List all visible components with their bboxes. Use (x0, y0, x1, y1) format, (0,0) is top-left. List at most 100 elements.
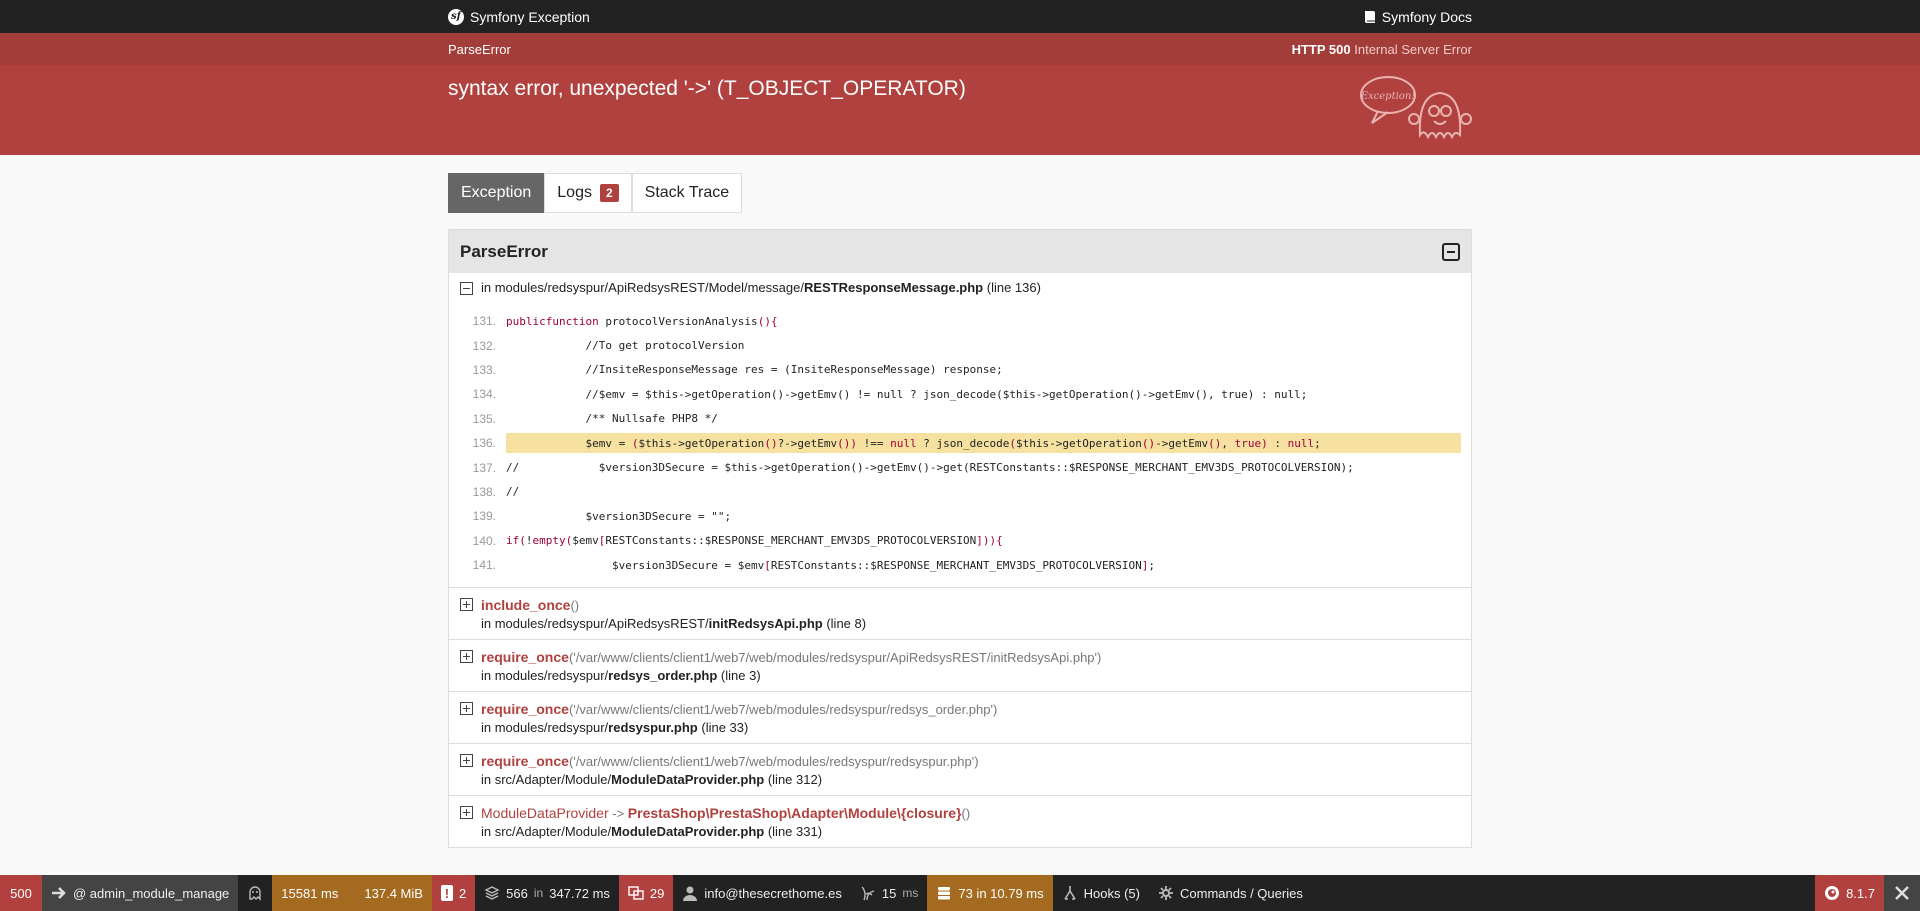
trace-item[interactable]: ModuleDataProvider -> PrestaShop\PrestaS… (449, 795, 1471, 847)
collapse-trace-icon[interactable] (460, 282, 473, 295)
hooks-icon (1063, 886, 1076, 900)
trace-args: ('/var/www/clients/client1/web7/web/modu… (568, 754, 979, 770)
code-line: 133. //InsiteResponseMessage res = (Insi… (459, 358, 1461, 382)
trace-line: (line 8) (826, 616, 867, 632)
debug-toolbar: 500 @ admin_module_manage 15581 ms 137.4… (0, 875, 1920, 911)
code-line-number: 137. (472, 460, 496, 475)
trace-path: in modules/redsyspur/ (481, 720, 609, 736)
code-line-text: $version3DSecure = $emv[RESTConstants::$… (506, 558, 1156, 572)
user-icon (683, 886, 698, 901)
book-icon (1364, 10, 1375, 23)
collapse-all-button[interactable] (1442, 242, 1460, 261)
translation-icon (628, 886, 644, 900)
translation-count[interactable]: 29 (650, 886, 664, 901)
app-title: sf Symfony Exception (448, 8, 590, 25)
trace-location: in modules/redsyspur/ApiRedsysREST/Model… (449, 273, 1471, 301)
code-line: 131. public function protocolVersionAnal… (459, 309, 1461, 333)
commands-label[interactable]: Commands / Queries (1180, 886, 1303, 901)
toolbar-ghost[interactable] (238, 875, 272, 911)
trace-file: redsys_order.php (608, 668, 718, 684)
database-icon (938, 887, 951, 900)
code-line: 141. $version3DSecure = $emv[RESTConstan… (459, 553, 1461, 577)
code-line-text: $emv = ($this->getOperation() ?->getEmv()… (506, 433, 1461, 454)
symfony-logo-icon: sf (448, 8, 464, 25)
trace-line: (line 3) (720, 668, 761, 684)
toolbar-hooks[interactable]: Hooks (5) (1053, 875, 1149, 911)
ghost-icon (249, 886, 261, 901)
code-line-number: 140. (472, 533, 496, 548)
trace-file: redsyspur.php (608, 720, 698, 736)
trace-path: in modules/redsyspur/ (481, 668, 609, 684)
trace-item[interactable]: require_once('/var/www/clients/client1/w… (449, 691, 1471, 743)
expand-trace-icon[interactable] (460, 754, 473, 768)
error-count[interactable]: 2 (459, 886, 466, 901)
tab-exception-label[interactable]: Exception (461, 184, 531, 202)
top-bar: sf Symfony Exception Symfony Docs (0, 0, 1920, 33)
ghost-text: Exception! (1360, 91, 1415, 102)
trace-item[interactable]: require_once('/var/www/clients/client1/w… (449, 743, 1471, 795)
cache-time[interactable]: 347.72 ms (549, 886, 610, 901)
location-line: (line 136) (986, 280, 1041, 295)
trace-item[interactable]: include_once() in modules/redsyspur/ApiRe… (449, 587, 1471, 639)
expand-trace-icon[interactable] (460, 702, 473, 716)
tab-stack-trace-label[interactable]: Stack Trace (645, 184, 729, 202)
version-label[interactable]: 8.1.7 (1846, 886, 1875, 901)
code-line-number: 133. (472, 362, 496, 377)
toolbar-status[interactable]: 500 (0, 875, 42, 911)
trace-function: require_once (481, 753, 569, 770)
exception-ghost-icon: Exception! (1360, 76, 1472, 140)
exception-subheader: ParseError HTTP 500 Internal Server Erro… (0, 33, 1920, 65)
memory-usage[interactable]: 137.4 MiB (364, 886, 423, 901)
expand-trace-icon[interactable] (460, 598, 473, 612)
toolbar-close[interactable] (1884, 875, 1920, 911)
twig-time[interactable]: 15 (882, 886, 896, 901)
toolbar-route[interactable]: @ admin_module_manage (42, 875, 239, 911)
cache-count[interactable]: 566 (506, 886, 528, 901)
status-code[interactable]: 500 (10, 886, 32, 901)
tab-stack-trace[interactable]: Stack Trace (631, 173, 743, 213)
expand-trace-icon[interactable] (460, 806, 473, 820)
toolbar-version[interactable]: 8.1.7 (1815, 875, 1884, 911)
layers-icon (484, 886, 500, 900)
code-line-text: public function protocolVersionAnalysis(… (506, 314, 778, 328)
trace-function: require_once (481, 701, 569, 718)
trace-line: (line 312) (767, 772, 823, 788)
panel-header: ParseError (449, 230, 1471, 273)
route-name[interactable]: @ admin_module_manage (73, 886, 229, 901)
code-line-number: 132. (472, 338, 496, 353)
toolbar-performance[interactable]: 15581 ms 137.4 MiB (272, 875, 432, 911)
code-line: 136. $emv = ($this->getOperation() ?->get… (459, 431, 1461, 455)
toolbar-user[interactable]: info@thesecrethome.es (673, 875, 851, 911)
toolbar-database[interactable]: 73 in 10.79 ms (927, 875, 1053, 911)
tab-logs[interactable]: Logs 2 (544, 173, 632, 213)
db-queries[interactable]: 73 in 10.79 ms (958, 886, 1043, 901)
hooks-label[interactable]: Hooks (5) (1084, 886, 1140, 901)
trace-args: ('/var/www/clients/client1/web7/web/modu… (568, 650, 1102, 666)
panel-title: ParseError (460, 241, 548, 261)
twig-icon (861, 886, 875, 901)
toolbar-cache[interactable]: 566 in 347.72 ms (475, 875, 619, 911)
trace-args: ('/var/www/clients/client1/web7/web/modu… (568, 702, 998, 718)
request-time[interactable]: 15581 ms (281, 886, 338, 901)
exception-panel: ParseError in modules/redsyspur/ApiRedsy… (448, 229, 1472, 849)
docs-link-label[interactable]: Symfony Docs (1382, 9, 1472, 25)
location-file: RESTResponseMessage.php (803, 280, 984, 295)
code-line-text: $version3DSecure = ""; (506, 509, 732, 523)
trace-function: include_once (481, 597, 571, 614)
tab-exception[interactable]: Exception (448, 173, 545, 213)
tab-bar: Exception Logs 2 Stack Trace (448, 173, 1472, 213)
user-email[interactable]: info@thesecrethome.es (704, 886, 842, 901)
trace-item[interactable]: require_once('/var/www/clients/client1/w… (449, 639, 1471, 691)
close-icon[interactable] (1894, 885, 1910, 901)
code-line-text: //To get protocolVersion (506, 339, 745, 353)
code-line-number: 136. (472, 436, 496, 451)
toolbar-errors[interactable]: ! 2 (431, 875, 476, 911)
tab-logs-label[interactable]: Logs (557, 184, 592, 202)
trace-path: in src/Adapter/Module/ (481, 772, 612, 788)
docs-link[interactable]: Symfony Docs (1364, 9, 1472, 25)
toolbar-twig[interactable]: 15 ms (851, 875, 927, 911)
toolbar-translations[interactable]: 29 (618, 875, 674, 911)
toolbar-commands[interactable]: Commands / Queries (1149, 875, 1312, 911)
code-line-number: 138. (472, 484, 496, 499)
expand-trace-icon[interactable] (460, 650, 473, 664)
